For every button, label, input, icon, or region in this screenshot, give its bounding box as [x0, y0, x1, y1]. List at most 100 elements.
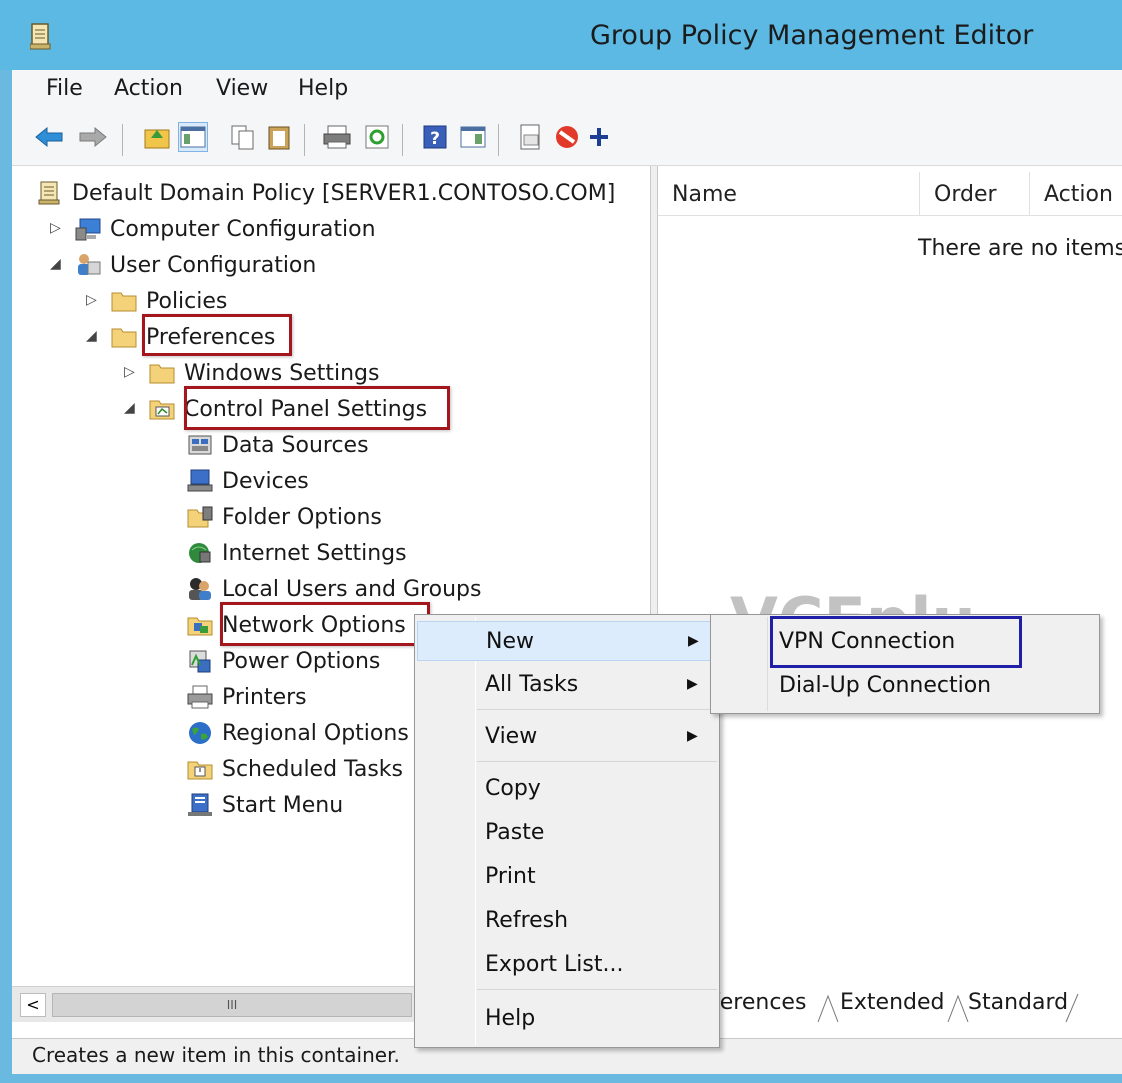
scroll-left-button[interactable]: <: [20, 993, 46, 1017]
stop-icon[interactable]: [552, 122, 582, 152]
tree-item-internet-settings[interactable]: Internet Settings: [186, 536, 407, 570]
menu-help[interactable]: Help: [298, 76, 348, 101]
tree-label: Power Options: [222, 648, 381, 674]
folder-options-icon: [186, 504, 214, 530]
context-menu: New ▶ All Tasks ▶ View ▶ Copy Paste Prin…: [414, 614, 720, 1048]
column-header-order[interactable]: Order: [920, 172, 1030, 216]
folder-icon: [110, 324, 138, 350]
tree-item-policies[interactable]: Policies: [110, 284, 227, 318]
menu-separator: [477, 989, 717, 990]
toolbar-separator: [498, 124, 499, 156]
submenu-arrow-icon: ▶: [687, 728, 698, 744]
refresh-icon[interactable]: [362, 122, 392, 152]
print-icon[interactable]: [322, 122, 352, 152]
tree-item-data-sources[interactable]: Data Sources: [186, 428, 369, 462]
users-groups-icon: [186, 576, 214, 602]
up-folder-icon[interactable]: [142, 122, 172, 152]
tree-item-user-configuration[interactable]: User Configuration: [74, 248, 316, 282]
toolbar-separator: [304, 124, 305, 156]
context-item-view[interactable]: View ▶: [417, 717, 717, 757]
menu-action[interactable]: Action: [114, 76, 183, 101]
show-hide-tree-icon[interactable]: [178, 122, 208, 152]
tree-item-local-users-groups[interactable]: Local Users and Groups: [186, 572, 481, 606]
window-title: Group Policy Management Editor: [590, 20, 1034, 51]
tree-item-devices[interactable]: Devices: [186, 464, 309, 498]
list-header: Name Order Action: [658, 172, 1122, 216]
context-item-paste[interactable]: Paste: [417, 813, 717, 853]
context-item-help[interactable]: Help: [417, 999, 717, 1039]
copy-icon[interactable]: [228, 122, 258, 152]
column-header-name[interactable]: Name: [658, 172, 920, 216]
tab-preferences[interactable]: ferences: [712, 990, 806, 1015]
highlight-box-network-options: [220, 602, 430, 646]
add-icon[interactable]: [584, 122, 614, 152]
app-window: Group Policy Management Editor File Acti…: [0, 0, 1122, 1083]
gpo-editor-icon: [29, 22, 52, 50]
menu-view[interactable]: View: [216, 76, 268, 101]
tab-extended[interactable]: Extended: [840, 990, 945, 1015]
tree-item-folder-options[interactable]: Folder Options: [186, 500, 382, 534]
tree-item-regional-options[interactable]: Regional Options: [186, 716, 409, 750]
context-item-all-tasks[interactable]: All Tasks ▶: [417, 665, 717, 705]
collapse-arrow-icon[interactable]: ◢: [50, 256, 61, 272]
network-options-icon: [186, 612, 214, 638]
highlight-box-control-panel: [184, 386, 450, 430]
expand-arrow-icon[interactable]: ▷: [86, 292, 97, 308]
context-item-copy[interactable]: Copy: [417, 769, 717, 809]
context-item-print[interactable]: Print: [417, 857, 717, 897]
scroll-thumb[interactable]: III: [52, 993, 412, 1017]
globe-icon: [186, 720, 214, 746]
tree-item-power-options[interactable]: Power Options: [186, 644, 380, 678]
menu-label: Dial-Up Connection: [779, 673, 992, 698]
menu-label: Print: [485, 864, 536, 889]
policy-scroll-icon: [36, 180, 64, 206]
tree-item-root[interactable]: Default Domain Policy [SERVER1.CONTOSO.C…: [36, 176, 615, 210]
paste-icon[interactable]: [264, 122, 294, 152]
tree-label: Computer Configuration: [110, 216, 376, 242]
collapse-arrow-icon[interactable]: ◢: [86, 328, 97, 344]
show-action-pane-icon[interactable]: [458, 122, 488, 152]
menu-label: Paste: [485, 820, 545, 845]
toolbar-separator: [122, 124, 123, 156]
menu-label: Export List...: [485, 952, 624, 977]
tree-label: Default Domain Policy [SERVER1.CONTOSO.C…: [72, 180, 616, 206]
toolbar: ?: [12, 112, 1122, 166]
menu-file[interactable]: File: [46, 76, 83, 101]
tree-item-computer-configuration[interactable]: Computer Configuration: [74, 212, 376, 246]
context-item-export-list[interactable]: Export List...: [417, 945, 717, 985]
tree-item-windows-settings[interactable]: Windows Settings: [148, 356, 379, 390]
menu-label: Copy: [485, 776, 541, 801]
tree-label: Scheduled Tasks: [222, 756, 403, 782]
menu-label: New: [486, 629, 534, 654]
tree-item-scheduled-tasks[interactable]: Scheduled Tasks: [186, 752, 403, 786]
properties-icon[interactable]: [516, 122, 546, 152]
submenu-arrow-icon: ▶: [687, 676, 698, 692]
back-arrow-icon[interactable]: [34, 122, 64, 152]
menu-label: View: [485, 724, 538, 749]
collapse-arrow-icon[interactable]: ◢: [124, 400, 135, 416]
tree-label: Local Users and Groups: [222, 576, 482, 602]
tree-item-printers[interactable]: Printers: [186, 680, 307, 714]
tab-standard[interactable]: Standard: [968, 990, 1068, 1015]
context-item-refresh[interactable]: Refresh: [417, 901, 717, 941]
power-options-icon: [186, 648, 214, 674]
control-panel-folder-icon: [148, 396, 176, 422]
printer-icon: [186, 684, 214, 710]
submenu-arrow-icon: ▶: [688, 633, 699, 649]
expand-arrow-icon[interactable]: ▷: [50, 220, 61, 236]
forward-arrow-icon[interactable]: [78, 122, 108, 152]
title-bar[interactable]: Group Policy Management Editor: [0, 0, 1122, 70]
tree-label: Internet Settings: [222, 540, 407, 566]
folder-icon: [148, 360, 176, 386]
tree-item-start-menu[interactable]: Start Menu: [186, 788, 343, 822]
menu-label: All Tasks: [485, 672, 579, 697]
context-item-new[interactable]: New ▶: [417, 621, 717, 661]
expand-arrow-icon[interactable]: ▷: [124, 364, 135, 380]
help-icon[interactable]: ?: [420, 122, 450, 152]
column-header-action[interactable]: Action: [1030, 172, 1122, 216]
data-sources-icon: [186, 432, 214, 458]
tree-horizontal-scrollbar[interactable]: < III: [12, 986, 417, 1022]
submenu-item-dial-up-connection[interactable]: Dial-Up Connection: [713, 665, 1097, 707]
menu-separator: [477, 761, 717, 762]
tree-label: Policies: [146, 288, 228, 314]
